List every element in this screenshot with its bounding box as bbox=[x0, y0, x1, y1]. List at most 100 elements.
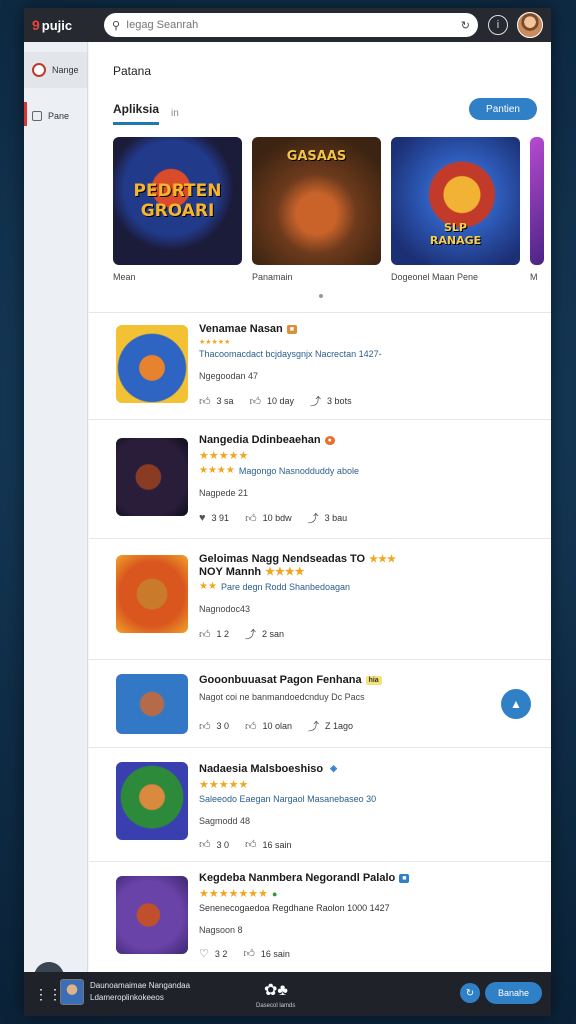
thumbs-up-icon: 👍︎ bbox=[245, 720, 257, 733]
home-icon bbox=[32, 63, 46, 77]
featured-card[interactable]: GASAAS Panamain bbox=[252, 137, 381, 282]
app-meta: Nagnodoc43 bbox=[199, 604, 251, 614]
like-count: 3 91 bbox=[211, 513, 230, 523]
featured-card[interactable]: SLP RANAGE Dogeonel Maan Pene bbox=[391, 137, 520, 282]
app-subtitle: ★★★★ Magongo Nasnodduddy abole bbox=[199, 465, 359, 476]
app-icon bbox=[116, 325, 188, 403]
featured-card[interactable]: PEDRTEN GROARI Mean bbox=[113, 137, 242, 282]
app-title: Geloimas Nagg Nendseadas TO ★★★ bbox=[199, 553, 531, 565]
tab-bar: Apliksia in bbox=[113, 102, 179, 125]
active-indicator bbox=[24, 102, 27, 126]
verified-icon: ■ bbox=[286, 324, 298, 334]
star-rating: ★★★★ bbox=[265, 566, 305, 578]
page-title: Patana bbox=[113, 64, 152, 78]
carousel-indicator[interactable] bbox=[319, 294, 323, 298]
rating-row: ★★★★★ bbox=[199, 449, 531, 462]
like-count: 1 2 bbox=[216, 629, 230, 639]
app-title-text: Venamae Nasan bbox=[199, 323, 283, 335]
list-item[interactable]: Kegdeba Nanmbera Negorandl Palalo ■ ★★★★… bbox=[89, 861, 551, 972]
featured-art: PEDRTEN GROARI bbox=[113, 137, 242, 265]
app-subtitle: Thacoomacdact bcjdaysgnjx Nacrectan 1427… bbox=[199, 349, 382, 359]
search-input[interactable] bbox=[126, 19, 455, 31]
square-icon bbox=[32, 111, 42, 121]
app-meta: Nagpede 21 bbox=[199, 488, 249, 498]
share-button[interactable]: ⤴ 2 san bbox=[245, 626, 284, 642]
brand-mark: 9 bbox=[32, 17, 40, 33]
list-item[interactable]: Gooonbuuasat Pagon Fenhana hia Nagot coi… bbox=[89, 659, 551, 747]
app-meta: Ngegoodan 47 bbox=[199, 371, 259, 381]
info-icon[interactable]: i bbox=[488, 15, 508, 35]
featured-label: M bbox=[530, 272, 538, 282]
center-label: Dasecol lamds bbox=[256, 1003, 296, 1009]
featured-label: Dogeonel Maan Pene bbox=[391, 272, 479, 282]
now-playing-info[interactable]: Daunoamaimae Nangandaa Ldameroplinkokeeo… bbox=[90, 980, 190, 1004]
primary-button[interactable]: Pantien bbox=[469, 98, 537, 120]
star-rating: ★★★★★ bbox=[199, 779, 249, 791]
share-button[interactable]: ⤴ 3 bau bbox=[308, 510, 348, 526]
share-count: 2 san bbox=[262, 629, 285, 639]
like-button[interactable]: 👍︎ 3 sa bbox=[199, 393, 234, 409]
app-subtitle-text: Magongo Nasnodduddy abole bbox=[238, 465, 359, 476]
days-count: 10 bdw bbox=[262, 513, 292, 523]
thumbs-up-icon: 👍︎ bbox=[245, 512, 257, 525]
list-item[interactable]: Geloimas Nagg Nendseadas TO ★★★ NOY Mann… bbox=[89, 538, 551, 659]
days-button[interactable]: 👍︎ 10 olan bbox=[245, 718, 292, 734]
featured-carousel: PEDRTEN GROARI Mean GASAAS Panamain SLP … bbox=[113, 137, 544, 282]
share-button[interactable]: ⤴ Z 1ago bbox=[308, 718, 353, 734]
list-item[interactable]: Venamae Nasan ■ ★★★★★ Thacoomacdact bcjd… bbox=[89, 312, 551, 419]
app-title: Nangedia Ddinbeaehan ● bbox=[199, 434, 531, 446]
list-item[interactable]: Nangedia Ddinbeaehan ● ★★★★★ ★★★★ Magongo… bbox=[89, 419, 551, 538]
action-row: 👍︎ 3 sa 👍︎ 10 day ⤴ 3 bots bbox=[199, 393, 531, 409]
days-button[interactable]: 👍︎ 10 day bbox=[250, 393, 295, 409]
days-button[interactable]: 👍︎ 16 sain bbox=[245, 838, 292, 851]
thumbs-up-icon: 👍︎ bbox=[199, 720, 211, 733]
avatar[interactable] bbox=[517, 12, 543, 38]
action-row: ♡ 3 2 👍︎ 16 sain bbox=[199, 947, 531, 960]
rating-row: ★★★★★★★ ● bbox=[199, 887, 531, 900]
sync-icon[interactable]: ↻ bbox=[460, 983, 480, 1003]
like-count: 3 0 bbox=[216, 721, 230, 731]
list-item[interactable]: Nadaesia Malsboeshiso ◈ ★★★★★ Saleeodo E… bbox=[89, 747, 551, 861]
sidebar-item-home[interactable]: Nange bbox=[24, 52, 87, 88]
rating-row: ★★★★★ bbox=[199, 339, 231, 346]
now-playing-thumbnail[interactable] bbox=[60, 979, 84, 1005]
like-button[interactable]: 👍︎ 3 0 bbox=[199, 718, 229, 734]
like-button[interactable]: ♥ 3 91 bbox=[199, 510, 229, 526]
days-count: 10 day bbox=[267, 396, 295, 406]
days-button[interactable]: 👍︎ 10 bdw bbox=[245, 510, 292, 526]
refresh-icon[interactable]: ↻ bbox=[461, 19, 470, 32]
like-button[interactable]: 👍︎ 1 2 bbox=[199, 626, 229, 642]
app-subtitle: Saleeodo Eaegan Nargaol Masanebaseo 30 bbox=[199, 794, 377, 804]
like-button[interactable]: ♡ 3 2 bbox=[199, 947, 227, 960]
share-icon: ⤴ bbox=[308, 721, 320, 733]
sidebar-item-pane[interactable]: Pane bbox=[24, 98, 87, 134]
tab-apps[interactable]: Apliksia bbox=[113, 102, 160, 125]
featured-card[interactable]: M bbox=[530, 137, 544, 282]
rating-row: ★★★★★ bbox=[199, 778, 531, 791]
like-button[interactable]: 👍︎ 3 0 bbox=[199, 838, 229, 851]
share-button[interactable]: ⤴ 3 bots bbox=[310, 393, 352, 409]
puzzle-icon[interactable]: ✿♣ bbox=[264, 980, 288, 1000]
days-count: 10 olan bbox=[262, 721, 293, 731]
brand-logo[interactable]: 9 pujic bbox=[24, 17, 94, 33]
app-subtitle: ★★ Pare degn Rodd Shanbedoagan bbox=[199, 581, 351, 592]
app-window: 9 pujic ⚲ ↻ i Nange Pane ➤ Patana Apliks… bbox=[24, 8, 551, 1016]
share-count: 3 bau bbox=[324, 513, 348, 523]
app-icon bbox=[116, 438, 188, 516]
search-bar[interactable]: ⚲ ↻ bbox=[104, 13, 478, 37]
download-button[interactable]: ▲ bbox=[501, 689, 531, 719]
grid-icon[interactable]: ⋮⋮ bbox=[34, 986, 62, 1003]
tab-in[interactable]: in bbox=[171, 108, 179, 125]
sidebar-item-label: Nange bbox=[52, 65, 79, 75]
featured-art-title: GASAAS bbox=[286, 149, 347, 164]
bottom-action-button[interactable]: Banahe bbox=[485, 982, 542, 1004]
share-icon: ⤴ bbox=[310, 396, 322, 408]
share-icon: ⤴ bbox=[307, 513, 319, 525]
action-row: 👍︎ 3 0 👍︎ 10 olan ⤴ Z 1ago bbox=[199, 718, 531, 734]
app-title: Kegdeba Nanmbera Negorandl Palalo ■ bbox=[199, 872, 531, 884]
app-title: Gooonbuuasat Pagon Fenhana hia bbox=[199, 674, 531, 686]
days-button[interactable]: 👍︎ 16 sain bbox=[243, 947, 290, 960]
app-title-text: Gooonbuuasat Pagon Fenhana bbox=[199, 674, 362, 686]
search-icon: ⚲ bbox=[112, 19, 121, 32]
now-playing-subtitle: Ldameroplinkokeeos bbox=[90, 993, 164, 1002]
